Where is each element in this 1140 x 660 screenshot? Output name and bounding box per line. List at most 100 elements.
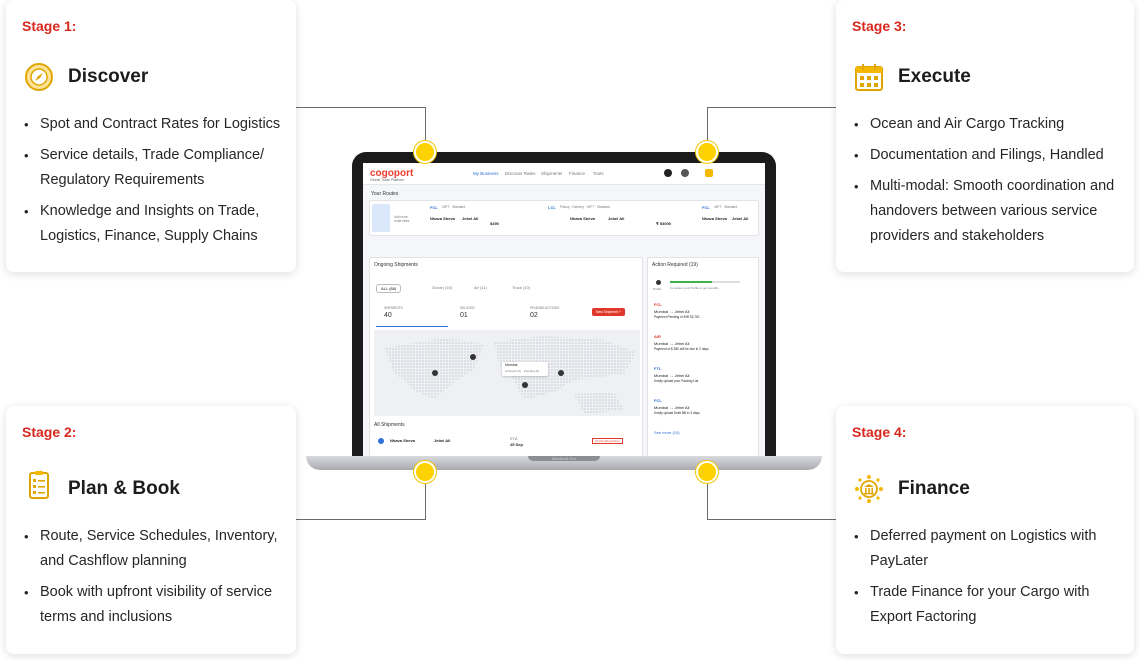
map-tooltip: Mumbai Onboard (4) · Pending (6)	[502, 362, 548, 376]
action-tag: FCL	[654, 398, 662, 403]
see-more-link[interactable]: See more (15)	[654, 430, 680, 435]
calendar-icon	[854, 62, 884, 92]
map-pin-icon[interactable]	[470, 354, 476, 360]
shipment-map: Mumbai Onboard (4) · Pending (6)	[374, 330, 640, 416]
route-origin: Nhava Sheva	[702, 216, 727, 221]
add-route-label[interactable]: Add more route rates	[394, 215, 414, 223]
stage-label: Stage 2:	[22, 424, 77, 440]
filter-ocean[interactable]: Ocean (15)	[432, 285, 452, 290]
stage-title: Plan & Book	[68, 478, 180, 499]
stat-label: SHIPMENTS	[384, 306, 403, 310]
action-text[interactable]: Payment of $ 380 will be due in 2 days	[654, 347, 709, 351]
bullet-item: Documentation and Filings, Handled	[854, 143, 1126, 168]
map-tooltip-sub: Onboard (4) · Pending (6)	[505, 369, 540, 373]
action-text[interactable]: Kindly upload Draft Bill in 3 days	[654, 411, 700, 415]
stage-title: Discover	[68, 66, 149, 87]
route-meta: Pickup · Delivery · 20FT · Standard	[560, 205, 610, 209]
stage-4-card: Stage 4: Finance Deferred payment on Log…	[836, 406, 1134, 654]
connector-line	[296, 519, 426, 520]
action-tag: FTL	[654, 366, 662, 371]
stat-label: PENDING ACTIONS	[530, 306, 560, 310]
clipboard-checklist-icon	[24, 470, 54, 500]
connector-line	[707, 107, 836, 108]
stat-value: 02	[530, 312, 538, 319]
stage-label: Stage 4:	[852, 424, 907, 440]
connector-dot	[414, 461, 436, 483]
filter-air[interactable]: Air (11)	[474, 285, 487, 290]
profile-label: Profile	[653, 287, 662, 291]
all-shipments-title: All Shipments	[374, 422, 405, 428]
pending-action-badge[interactable]: (2) Pending Action	[592, 438, 623, 444]
nav-finance[interactable]: Finance	[569, 171, 585, 176]
action-tag: AIR	[654, 334, 661, 339]
action-text[interactable]: Payment Pending of INR 52,781	[654, 315, 700, 319]
bank-network-icon	[854, 474, 884, 504]
action-required-panel: Action Required (19) Profile Complete yo…	[647, 257, 759, 456]
macbook-label: MacBook Pro	[551, 456, 576, 461]
ship-mode-icon	[378, 438, 384, 444]
add-route-button[interactable]	[372, 204, 390, 232]
stage-title: Execute	[898, 66, 971, 87]
connector-dot	[414, 141, 436, 163]
shipment-eta: 25 Sep	[510, 442, 523, 447]
action-text[interactable]: Kindly upload your Packing List	[654, 379, 698, 383]
notification-icon[interactable]	[681, 169, 689, 177]
map-pin-icon[interactable]	[432, 370, 438, 376]
stat-active-underline	[376, 326, 448, 327]
stage-label: Stage 3:	[852, 18, 907, 34]
bullet-item: Book with upfront visibility of service …	[24, 580, 286, 630]
nav-discover-rates[interactable]: Discover Rates	[505, 171, 536, 176]
wallet-icon[interactable]	[705, 169, 713, 177]
profile-icon	[656, 280, 661, 285]
bullet-item: Knowledge and Insights on Trade, Logisti…	[24, 199, 286, 249]
stat-label: DELAYED	[460, 306, 475, 310]
action-route: Mumbai → Jebel Ali	[654, 373, 690, 378]
map-pin-icon[interactable]	[522, 382, 528, 388]
connector-line	[707, 519, 836, 520]
bullet-item: Ocean and Air Cargo Tracking	[854, 112, 1126, 137]
bullet-item: Service details, Trade Compliance/ Regul…	[24, 143, 286, 193]
app-navbar: cogoport Global Trade Platform My Busine…	[363, 163, 765, 185]
bullet-item: Spot and Contract Rates for Logistics	[24, 112, 286, 137]
ongoing-shipments-panel: Ongoing Shipments ALL (88) Ocean (15) Ai…	[369, 257, 643, 456]
connector-dot	[696, 141, 718, 163]
shipment-dest: Jebel Ali	[434, 438, 451, 443]
profile-progress-bar	[670, 281, 740, 283]
filter-all[interactable]: ALL (88)	[376, 284, 402, 293]
action-route: Mumbai → Jebel Ali	[654, 309, 690, 314]
route-price: ₹ 53000	[656, 221, 672, 226]
route-dest: Jebel Ali	[608, 216, 625, 221]
laptop-screen: cogoport Global Trade Platform My Busine…	[363, 163, 765, 456]
new-shipment-button[interactable]: New Shipment +	[592, 308, 625, 316]
connector-line	[296, 107, 426, 108]
bullet-item: Trade Finance for your Cargo with Export…	[854, 580, 1124, 630]
nav-my-business[interactable]: My Business	[473, 171, 499, 176]
help-icon[interactable]	[664, 169, 672, 177]
route-origin: Nhava Sheva	[570, 216, 595, 221]
routes-strip: Add more route rates FCL 20FT · Standard…	[369, 200, 759, 236]
stage-bullets: Deferred payment on Logistics with PayLa…	[854, 524, 1124, 636]
logo-subtitle: Global Trade Platform	[370, 178, 405, 182]
bullet-item: Deferred payment on Logistics with PayLa…	[854, 524, 1124, 574]
stat-value: 40	[384, 312, 392, 319]
nav-tools[interactable]: Tools	[593, 171, 604, 176]
stage-2-card: Stage 2: Plan & Book Route, Service Sche…	[6, 406, 296, 654]
stage-3-card: Stage 3: Execute Ocean and Air Cargo Tra…	[836, 0, 1134, 272]
ongoing-shipments-title: Ongoing Shipments	[374, 262, 418, 268]
stage-bullets: Route, Service Schedules, Inventory, and…	[24, 524, 286, 636]
your-routes-title: Your Routes	[371, 191, 399, 197]
route-mode: LCL	[548, 205, 556, 210]
stage-bullets: Ocean and Air Cargo Tracking Documentati…	[854, 112, 1126, 255]
stage-1-card: Stage 1: Discover Spot and Contract Rate…	[6, 0, 296, 272]
route-meta: 20FT · Standard	[442, 205, 466, 209]
nav-shipments[interactable]: Shipments	[541, 171, 562, 176]
shipment-eta-label: ETA	[510, 436, 518, 441]
action-route: Mumbai → Jebel Ali	[654, 341, 690, 346]
route-dest: Jebel Ali	[732, 216, 749, 221]
bullet-item: Multi-modal: Smooth coordination and han…	[854, 174, 1126, 249]
route-price: $490	[490, 221, 499, 226]
filter-truck[interactable]: Truck (10)	[512, 285, 530, 290]
action-required-title: Action Required (19)	[652, 262, 698, 268]
map-pin-icon[interactable]	[558, 370, 564, 376]
route-meta: 40FT · Standard	[714, 205, 738, 209]
